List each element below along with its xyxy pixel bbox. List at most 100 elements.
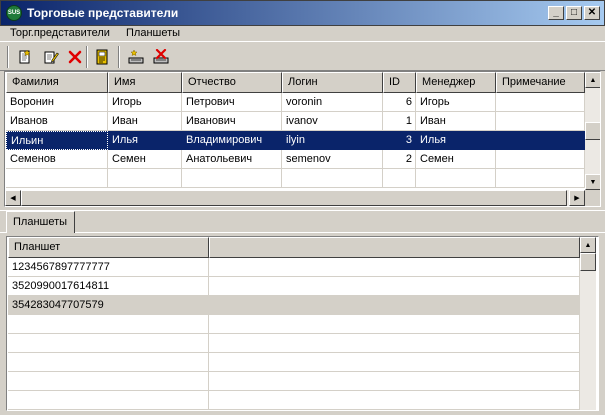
cell-lastname: Воронин	[6, 93, 108, 112]
cell-login: voronin	[282, 93, 383, 112]
table-row-empty	[8, 372, 580, 391]
cell-empty	[108, 169, 182, 188]
table-row[interactable]: 3520990017614811	[8, 277, 580, 296]
table-row-empty	[8, 315, 580, 334]
table-row-empty	[8, 334, 580, 353]
cell-empty	[8, 391, 209, 410]
add-icon[interactable]	[14, 46, 36, 68]
maximize-button[interactable]: □	[566, 6, 582, 20]
cell-patronymic: Иванович	[182, 112, 282, 131]
close-button[interactable]: ✕	[584, 6, 600, 20]
cell-empty	[282, 169, 383, 188]
toolbar	[0, 43, 605, 71]
cell-empty	[209, 277, 580, 296]
cell-id: 1	[383, 112, 416, 131]
add-tablet-icon[interactable]	[125, 46, 147, 68]
cell-lastname: Семенов	[6, 150, 108, 169]
table-row-empty	[8, 353, 580, 372]
menu-tablets[interactable]: Планшеты	[122, 26, 184, 41]
minimize-button[interactable]: _	[548, 6, 564, 20]
cell-note	[496, 131, 585, 150]
toolbar-separator	[86, 46, 88, 68]
cell-empty	[182, 169, 282, 188]
col-header-id[interactable]: ID	[383, 72, 416, 93]
table-row[interactable]: 1234567897777777	[8, 258, 580, 277]
cell-firstname: Иван	[108, 112, 182, 131]
reps-table: Фамилия Имя Отчество Логин ID Менеджер П…	[4, 71, 601, 207]
cell-manager: Иван	[416, 112, 496, 131]
scroll-thumb[interactable]	[21, 190, 567, 206]
cell-patronymic: Петрович	[182, 93, 282, 112]
splitter[interactable]	[0, 206, 605, 211]
cell-firstname: Игорь	[108, 93, 182, 112]
edit-icon[interactable]	[40, 46, 62, 68]
toolbar-separator	[118, 46, 120, 68]
cell-empty	[8, 372, 209, 391]
cell-empty	[209, 258, 580, 277]
cell-empty	[209, 296, 580, 315]
col-header-patronymic[interactable]: Отчество	[182, 72, 282, 93]
col-header-login[interactable]: Логин	[282, 72, 383, 93]
cell-patronymic: Анатольевич	[182, 150, 282, 169]
cell-lastname: Ильин	[6, 131, 108, 150]
col-header-firstname[interactable]: Имя	[108, 72, 182, 93]
details-icon[interactable]	[91, 46, 113, 68]
cell-manager: Семен	[416, 150, 496, 169]
tablets-vscrollbar[interactable]: ▲	[580, 237, 596, 410]
cell-login: ivanov	[282, 112, 383, 131]
scroll-thumb[interactable]	[580, 253, 596, 271]
table-row-empty	[6, 169, 585, 188]
reps-vscrollbar[interactable]: ▲ ▼	[585, 72, 600, 190]
cell-empty	[383, 169, 416, 188]
cell-empty	[8, 315, 209, 334]
cell-id: 6	[383, 93, 416, 112]
cell-note	[496, 93, 585, 112]
col-header-tablet[interactable]: Планшет	[8, 237, 209, 258]
table-row[interactable]: Иванов Иван Иванович ivanov 1 Иван	[6, 112, 585, 131]
cell-empty	[209, 315, 580, 334]
scroll-up-icon[interactable]: ▲	[585, 72, 600, 88]
menu-reps[interactable]: Торг.представители	[6, 26, 114, 41]
cell-login: ilyin	[282, 131, 383, 150]
cell-tablet: 1234567897777777	[8, 258, 209, 277]
col-header-manager[interactable]: Менеджер	[416, 72, 496, 93]
scroll-down-icon[interactable]: ▼	[585, 174, 600, 190]
cell-login: semenov	[282, 150, 383, 169]
remove-tablet-icon[interactable]	[150, 46, 172, 68]
col-header-note[interactable]: Примечание	[496, 72, 585, 93]
scroll-up-icon[interactable]: ▲	[580, 237, 596, 253]
cell-firstname: Семен	[108, 150, 182, 169]
delete-icon[interactable]	[64, 46, 86, 68]
tablets-table: Планшет 1234567897777777 352099001761481…	[6, 236, 599, 411]
col-header-lastname[interactable]: Фамилия	[6, 72, 108, 93]
cell-note	[496, 112, 585, 131]
cell-manager: Игорь	[416, 93, 496, 112]
col-header-empty[interactable]	[209, 237, 580, 258]
table-row[interactable]: Воронин Игорь Петрович voronin 6 Игорь	[6, 93, 585, 112]
cell-empty	[8, 353, 209, 372]
toolbar-separator	[7, 46, 9, 68]
cell-empty	[496, 169, 585, 188]
cell-empty	[209, 372, 580, 391]
table-row[interactable]: Семенов Семен Анатольевич semenov 2 Семе…	[6, 150, 585, 169]
tab-tablets[interactable]: Планшеты	[6, 211, 75, 233]
table-row-selected[interactable]: Ильин Илья Владимирович ilyin 3 Илья	[6, 131, 585, 150]
app-icon: SUS	[6, 5, 22, 21]
table-row-highlighted[interactable]: 354283047707579	[8, 296, 580, 315]
cell-note	[496, 150, 585, 169]
scroll-corner	[585, 190, 600, 206]
cell-empty	[209, 391, 580, 410]
reps-hscrollbar[interactable]: ◀ ▶	[5, 190, 585, 206]
cell-id: 3	[383, 131, 416, 150]
cell-empty	[209, 334, 580, 353]
menu-bar: Торг.представители Планшеты	[0, 26, 605, 42]
cell-firstname: Илья	[108, 131, 182, 150]
cell-patronymic: Владимирович	[182, 131, 282, 150]
cell-tablet: 3520990017614811	[8, 277, 209, 296]
scroll-right-icon[interactable]: ▶	[569, 190, 585, 206]
table-row-empty	[8, 391, 580, 410]
cell-empty	[209, 353, 580, 372]
window-title: Торговые представители	[27, 6, 179, 20]
scroll-thumb[interactable]	[585, 122, 600, 140]
scroll-left-icon[interactable]: ◀	[5, 190, 21, 206]
